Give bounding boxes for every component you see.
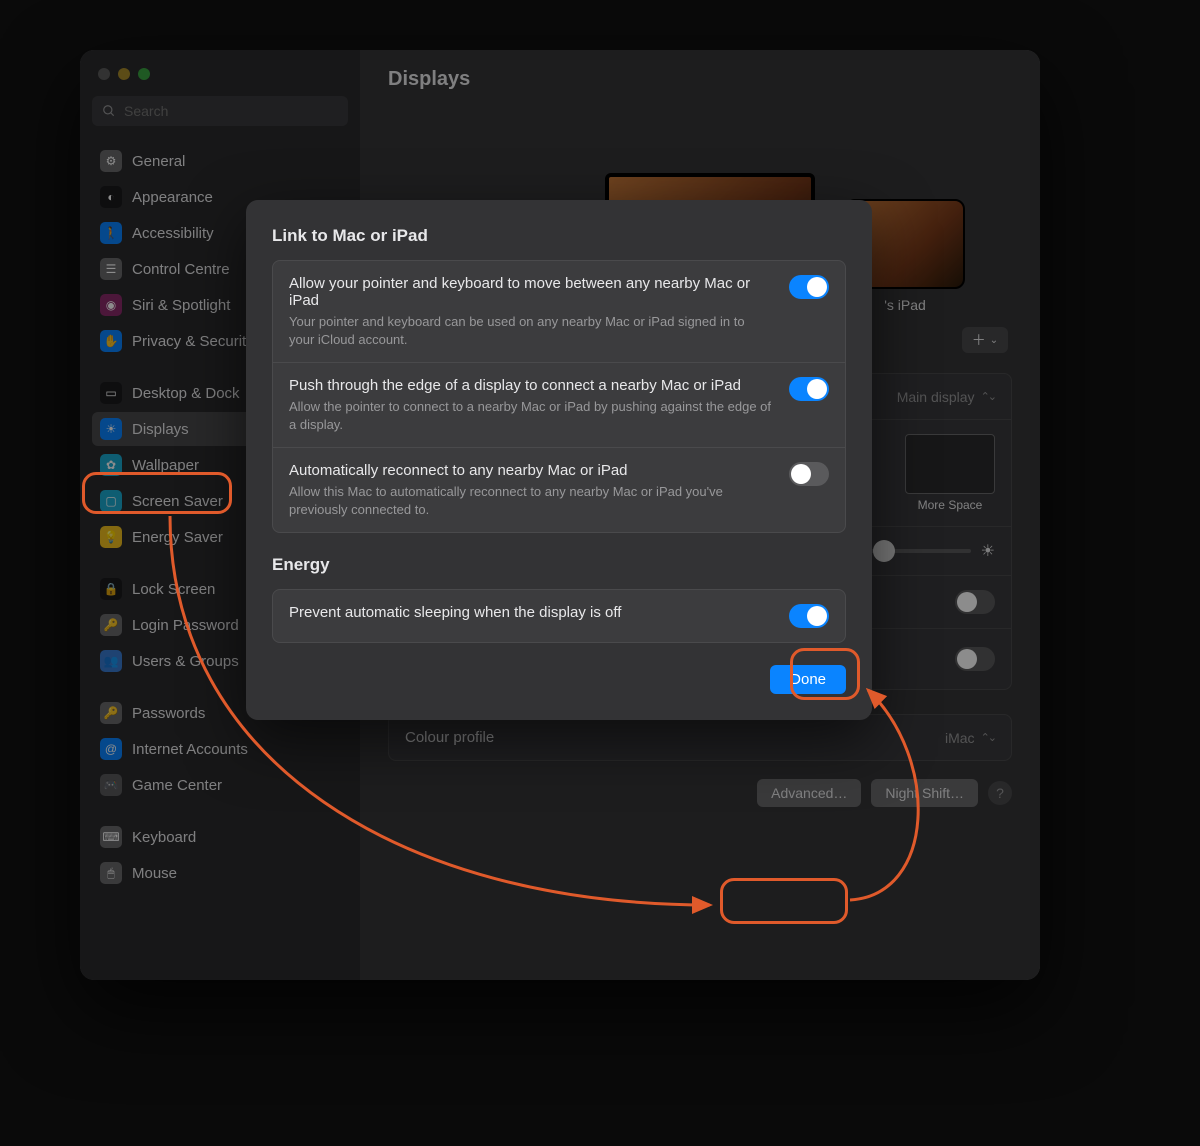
sidebar-item-label: Screen Saver (132, 493, 223, 510)
use-as-value: Main display (897, 389, 975, 405)
link-row-1: Push through the edge of a display to co… (273, 363, 845, 448)
sidebar-item-label: General (132, 153, 185, 170)
footer-buttons: Advanced… Night Shift… ? (388, 779, 1012, 807)
sun-bright-icon: ☀ (981, 541, 995, 561)
sidebar-item-label: Appearance (132, 189, 213, 206)
add-display-menu[interactable]: ＋ ⌄ (962, 327, 1008, 353)
night-shift-button[interactable]: Night Shift… (871, 779, 978, 807)
sidebar-item-label: Accessibility (132, 225, 214, 242)
sliders-icon: ☰ (100, 258, 122, 280)
users-icon: 👥 (100, 650, 122, 672)
hand-icon: ✋ (100, 330, 122, 352)
link-toggle-1[interactable] (789, 377, 829, 401)
link-title-1: Push through the edge of a display to co… (289, 377, 773, 394)
sidebar-item-label: Mouse (132, 865, 177, 882)
sun-icon: ☀ (100, 418, 122, 440)
window-controls (92, 64, 348, 94)
sidebar-item-label: Wallpaper (132, 457, 199, 474)
sidebar-item-label: Energy Saver (132, 529, 223, 546)
advanced-button[interactable]: Advanced… (757, 779, 861, 807)
sidebar-item-label: Control Centre (132, 261, 230, 278)
colour-profile-label: Colour profile (405, 729, 494, 746)
link-section-title: Link to Mac or iPad (272, 226, 846, 246)
link-row-0: Allow your pointer and keyboard to move … (273, 261, 845, 363)
colour-profile-value: iMac (945, 730, 975, 746)
minimize-button[interactable] (118, 68, 130, 80)
energy-section-title: Energy (272, 555, 846, 575)
energy-title-0: Prevent automatic sleeping when the disp… (289, 604, 773, 621)
sidebar-item-label: Game Center (132, 777, 222, 794)
flower-icon: ✿ (100, 454, 122, 476)
contrast-icon: ◐ (100, 186, 122, 208)
sidebar-item-mouse[interactable]: 🖱 Mouse (92, 856, 348, 890)
siri-icon: ◉ (100, 294, 122, 316)
link-desc-2: Allow this Mac to automatically reconnec… (289, 483, 773, 518)
key-icon: 🔑 (100, 614, 122, 636)
fullscreen-button[interactable] (138, 68, 150, 80)
screen-icon: ▢ (100, 490, 122, 512)
colour-profile-block: Colour profile iMac ⌃⌄ (388, 714, 1012, 761)
page-title: Displays (388, 68, 1012, 91)
sidebar-item-general[interactable]: ⚙︎ General (92, 144, 348, 178)
search-icon (102, 104, 116, 118)
sidebar-item-label: Passwords (132, 705, 205, 722)
advanced-sheet: Link to Mac or iPad Allow your pointer a… (246, 200, 872, 720)
link-desc-0: Your pointer and keyboard can be used on… (289, 313, 773, 348)
sidebar-item-label: Internet Accounts (132, 741, 248, 758)
popup-chevrons-icon: ⌃⌄ (981, 390, 995, 403)
auto-brightness-toggle[interactable] (955, 590, 995, 614)
sidebar-item-label: Desktop & Dock (132, 385, 240, 402)
energy-settings-block: Prevent automatic sleeping when the disp… (272, 589, 846, 643)
game-icon: 🎮 (100, 774, 122, 796)
link-toggle-0[interactable] (789, 275, 829, 299)
true-tone-toggle[interactable] (955, 647, 995, 671)
help-button[interactable]: ? (988, 781, 1012, 805)
link-row-2: Automatically reconnect to any nearby Ma… (273, 448, 845, 532)
link-settings-block: Allow your pointer and keyboard to move … (272, 260, 846, 533)
person-icon: 🚶 (100, 222, 122, 244)
search-input[interactable] (122, 102, 338, 120)
bulb-icon: 💡 (100, 526, 122, 548)
gear-icon: ⚙︎ (100, 150, 122, 172)
search-field[interactable] (92, 96, 348, 126)
done-button[interactable]: Done (770, 665, 846, 694)
sidebar-item-label: Privacy & Security (132, 333, 254, 350)
link-title-0: Allow your pointer and keyboard to move … (289, 275, 773, 309)
colour-profile-row[interactable]: Colour profile iMac ⌃⌄ (389, 715, 1011, 760)
popup-chevrons-icon: ⌃⌄ (981, 731, 995, 744)
sidebar-item-label: Lock Screen (132, 581, 215, 598)
lock-icon: 🔒 (100, 578, 122, 600)
close-button[interactable] (98, 68, 110, 80)
link-title-2: Automatically reconnect to any nearby Ma… (289, 462, 773, 479)
at-icon: @ (100, 738, 122, 760)
keyboard-icon: ⌨︎ (100, 826, 122, 848)
sidebar-item-label: Displays (132, 421, 189, 438)
sidebar-item-label: Keyboard (132, 829, 196, 846)
sidebar-item-label: Siri & Spotlight (132, 297, 230, 314)
sidebar-item-label: Users & Groups (132, 653, 239, 670)
energy-row-0: Prevent automatic sleeping when the disp… (273, 590, 845, 642)
keyround-icon: 🔑 (100, 702, 122, 724)
dock-icon: ▭ (100, 382, 122, 404)
sidebar-item-game-center[interactable]: 🎮 Game Center (92, 768, 348, 802)
mouse-icon: 🖱 (100, 862, 122, 884)
plus-icon: ＋ (972, 330, 986, 350)
link-toggle-2[interactable] (789, 462, 829, 486)
chevron-down-icon: ⌄ (990, 335, 998, 346)
sidebar-item-keyboard[interactable]: ⌨︎ Keyboard (92, 820, 348, 854)
sidebar-item-internet-accounts[interactable]: @ Internet Accounts (92, 732, 348, 766)
resolution-label-more-space: More Space (905, 498, 995, 512)
resolution-option-more-space[interactable] (905, 434, 995, 494)
energy-toggle-0[interactable] (789, 604, 829, 628)
sidebar-item-label: Login Password (132, 617, 239, 634)
link-desc-1: Allow the pointer to connect to a nearby… (289, 398, 773, 433)
